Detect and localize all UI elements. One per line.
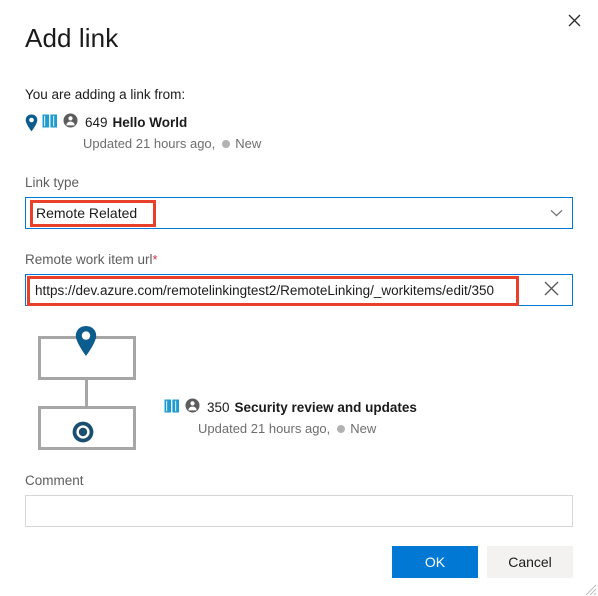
comment-group: Comment [25, 472, 573, 527]
target-work-item-title: Security review and updates [234, 400, 417, 415]
link-type-dropdown[interactable]: Remote Related [25, 197, 573, 229]
state-dot-icon [337, 424, 346, 433]
epic-book-icon [164, 399, 180, 417]
remote-url-label-text: Remote work item url [25, 252, 153, 267]
user-avatar-icon [63, 113, 78, 132]
dialog-body: You are adding a link from: 649 Hello Wo… [25, 86, 573, 527]
remote-url-input[interactable] [26, 276, 530, 304]
source-work-item-title: Hello World [112, 115, 188, 130]
resize-grip-icon[interactable] [585, 583, 597, 596]
remote-url-group: Remote work item url* [25, 251, 573, 306]
comment-input[interactable] [26, 496, 572, 526]
source-updated-text: Updated 21 hours ago, [83, 136, 216, 151]
target-work-item-meta: Updated 21 hours ago, New [198, 420, 417, 437]
ok-button[interactable]: OK [392, 546, 478, 578]
source-intro-label: You are adding a link from: [25, 87, 186, 102]
remote-url-label: Remote work item url* [25, 251, 573, 269]
comment-field-wrapper [25, 495, 573, 527]
preview-connector-line [85, 380, 88, 406]
source-work-item-line: 649 Hello World [42, 113, 573, 132]
source-work-item-details: 649 Hello World Updated 21 hours ago, Ne… [42, 113, 573, 152]
link-preview-tree: 350 Security review and updates Updated … [25, 324, 573, 450]
dialog-footer: OK Cancel [25, 546, 573, 578]
source-work-item-meta: Updated 21 hours ago, New [83, 135, 573, 152]
add-link-dialog: Add link You are adding a link from: 649… [0, 0, 598, 596]
source-work-item: 649 Hello World Updated 21 hours ago, Ne… [25, 113, 573, 152]
source-state-text: New [235, 136, 262, 151]
location-pin-icon [25, 113, 42, 137]
target-work-item-id: 350 [207, 400, 230, 415]
dialog-title: Add link [25, 23, 119, 53]
clear-x-icon [544, 281, 559, 299]
close-icon [568, 14, 581, 27]
user-avatar-icon [185, 398, 200, 417]
target-work-item-line: 350 Security review and updates [164, 398, 417, 417]
cancel-button[interactable]: Cancel [487, 546, 573, 578]
clear-url-button[interactable] [530, 275, 572, 305]
location-pin-icon [74, 325, 98, 362]
link-type-label: Link type [25, 175, 80, 190]
link-type-group: Link type Remote Related [25, 174, 573, 229]
close-button[interactable] [554, 2, 594, 38]
required-marker: * [152, 252, 158, 267]
target-updated-text: Updated 21 hours ago, [198, 421, 331, 436]
state-dot-icon [222, 139, 231, 148]
target-state-text: New [350, 421, 377, 436]
preview-target-details: 350 Security review and updates Updated … [164, 398, 417, 437]
source-work-item-id: 649 [85, 115, 108, 130]
target-bullseye-icon [71, 420, 95, 449]
chevron-down-icon [550, 198, 563, 228]
comment-label: Comment [25, 473, 84, 488]
epic-book-icon [42, 114, 58, 132]
link-type-value: Remote Related [36, 205, 138, 221]
remote-url-field-wrapper [25, 274, 573, 306]
